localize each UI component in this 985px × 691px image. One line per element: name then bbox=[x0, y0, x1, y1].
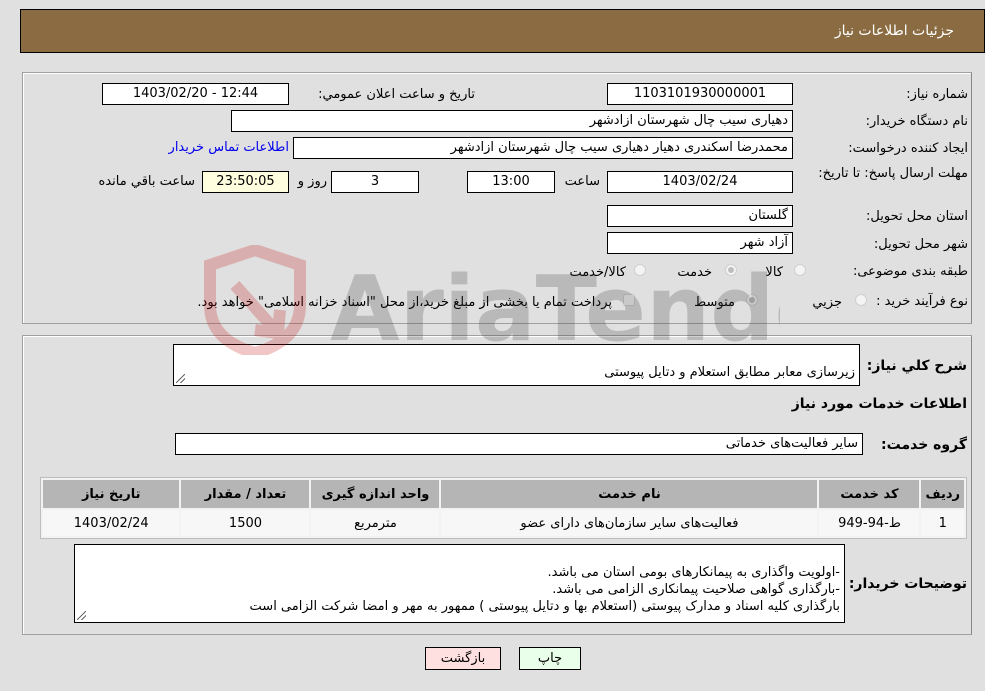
deadline-date-field: 1403/02/24 bbox=[607, 171, 793, 193]
buyer-notes-text: -اولویت واگذاری به پیمانکارهای بومی استا… bbox=[249, 565, 840, 614]
col-header-unit: واحد اندازه گیری bbox=[311, 480, 440, 508]
cell-row-number: 1 bbox=[921, 510, 964, 536]
category-label: طبقه بندی موضوعی: bbox=[852, 264, 968, 279]
requester-field: محمدرضا اسکندری دهیار دهیاری سیب چال شهر… bbox=[293, 137, 793, 159]
process-option-minor: جزيي bbox=[812, 295, 842, 310]
need-number-field: 1103101930000001 bbox=[607, 83, 793, 105]
service-group-label: گروه خدمت: bbox=[881, 437, 967, 453]
resize-grip-icon[interactable] bbox=[176, 374, 185, 383]
remaining-time-label: ساعت باقي مانده bbox=[98, 174, 195, 189]
buyer-notes-label: توضیحات خریدار: bbox=[848, 576, 967, 592]
col-header-service-name: نام خدمت bbox=[441, 480, 818, 508]
province-label: استان محل تحویل: bbox=[866, 209, 968, 224]
summary-text: زیرسازی معابر مطابق استعلام و دتایل پیوس… bbox=[604, 365, 855, 380]
process-option-medium: متوسط bbox=[694, 295, 735, 310]
buyer-org-label: نام دستگاه خريدار: bbox=[865, 114, 968, 129]
requester-label: ایجاد کننده درخواست: bbox=[848, 141, 968, 156]
cell-service-code: ط-94-949 bbox=[819, 510, 920, 536]
province-field: گلستان bbox=[607, 205, 793, 227]
col-header-row-number: ردیف bbox=[921, 480, 964, 508]
category-radio-goods-service[interactable] bbox=[634, 264, 646, 276]
purchase-process-label: نوع فرآیند خرید : bbox=[876, 294, 968, 309]
service-group-field: سایر فعالیت‌های خدماتی bbox=[175, 433, 863, 455]
col-header-need-date: تاریخ نیاز bbox=[43, 480, 180, 508]
col-header-quantity: تعداد / مقدار bbox=[181, 480, 310, 508]
deadline-label: مهلت ارسال پاسخ: تا تاریخ: bbox=[818, 166, 968, 181]
cell-quantity: 1500 bbox=[181, 510, 310, 536]
announce-date-field: 1403/02/20 - 12:44 bbox=[102, 83, 289, 105]
category-option-goods: کالا bbox=[765, 265, 783, 280]
category-option-goods-service: کالا/خدمت bbox=[569, 265, 626, 280]
city-label: شهر محل تحویل: bbox=[873, 237, 968, 252]
category-option-service: خدمت bbox=[677, 265, 712, 280]
cell-need-date: 1403/02/24 bbox=[43, 510, 180, 536]
summary-textarea[interactable]: زیرسازی معابر مطابق استعلام و دتایل پیوس… bbox=[173, 344, 860, 386]
col-header-service-code: کد خدمت bbox=[819, 480, 920, 508]
cell-service-name: فعالیت‌های سایر سازمان‌های دارای عضو bbox=[441, 510, 818, 536]
print-button[interactable]: چاپ bbox=[519, 647, 581, 670]
page-title: جزئیات اطلاعات نیاز bbox=[834, 23, 954, 39]
cell-unit: مترمربع bbox=[311, 510, 440, 536]
remaining-time-field: 23:50:05 bbox=[202, 171, 289, 193]
page-header: جزئیات اطلاعات نیاز bbox=[20, 9, 985, 53]
table-row: 1 ط-94-949 فعالیت‌های سایر سازمان‌های دا… bbox=[43, 510, 964, 536]
services-heading: اطلاعات خدمات مورد نياز bbox=[791, 396, 967, 412]
buyer-contact-link[interactable]: اطلاعات تماس خریدار bbox=[169, 140, 289, 155]
deadline-time-field: 13:00 bbox=[467, 171, 555, 193]
buyer-org-field: دهیاری سیب چال شهرستان ازادشهر bbox=[231, 110, 793, 132]
remaining-days-field: 3 bbox=[331, 171, 419, 193]
services-table: ردیف کد خدمت نام خدمت واحد اندازه گیری ت… bbox=[40, 477, 967, 539]
summary-label: شرح کلي نياز: bbox=[866, 358, 967, 374]
treasury-checkbox[interactable] bbox=[623, 294, 635, 306]
deadline-time-label: ساعت bbox=[564, 174, 600, 189]
table-header-row: ردیف کد خدمت نام خدمت واحد اندازه گیری ت… bbox=[43, 480, 964, 508]
need-number-label: شماره نیاز: bbox=[906, 87, 968, 102]
process-radio-medium[interactable] bbox=[746, 294, 758, 306]
treasury-note: پرداخت تمام یا بخشی از مبلغ خرید،از محل … bbox=[197, 295, 612, 310]
process-radio-minor[interactable] bbox=[855, 294, 867, 306]
back-button[interactable]: بازگشت bbox=[425, 647, 501, 670]
category-radio-goods[interactable] bbox=[794, 264, 806, 276]
announce-date-label: تاریخ و ساعت اعلان عمومي: bbox=[318, 87, 475, 102]
buyer-notes-textarea[interactable]: -اولویت واگذاری به پیمانکارهای بومی استا… bbox=[74, 544, 845, 623]
days-label: روز و bbox=[297, 174, 327, 189]
city-field: آزاد شهر bbox=[607, 232, 793, 254]
category-radio-service[interactable] bbox=[725, 264, 737, 276]
resize-grip-icon[interactable] bbox=[77, 611, 86, 620]
